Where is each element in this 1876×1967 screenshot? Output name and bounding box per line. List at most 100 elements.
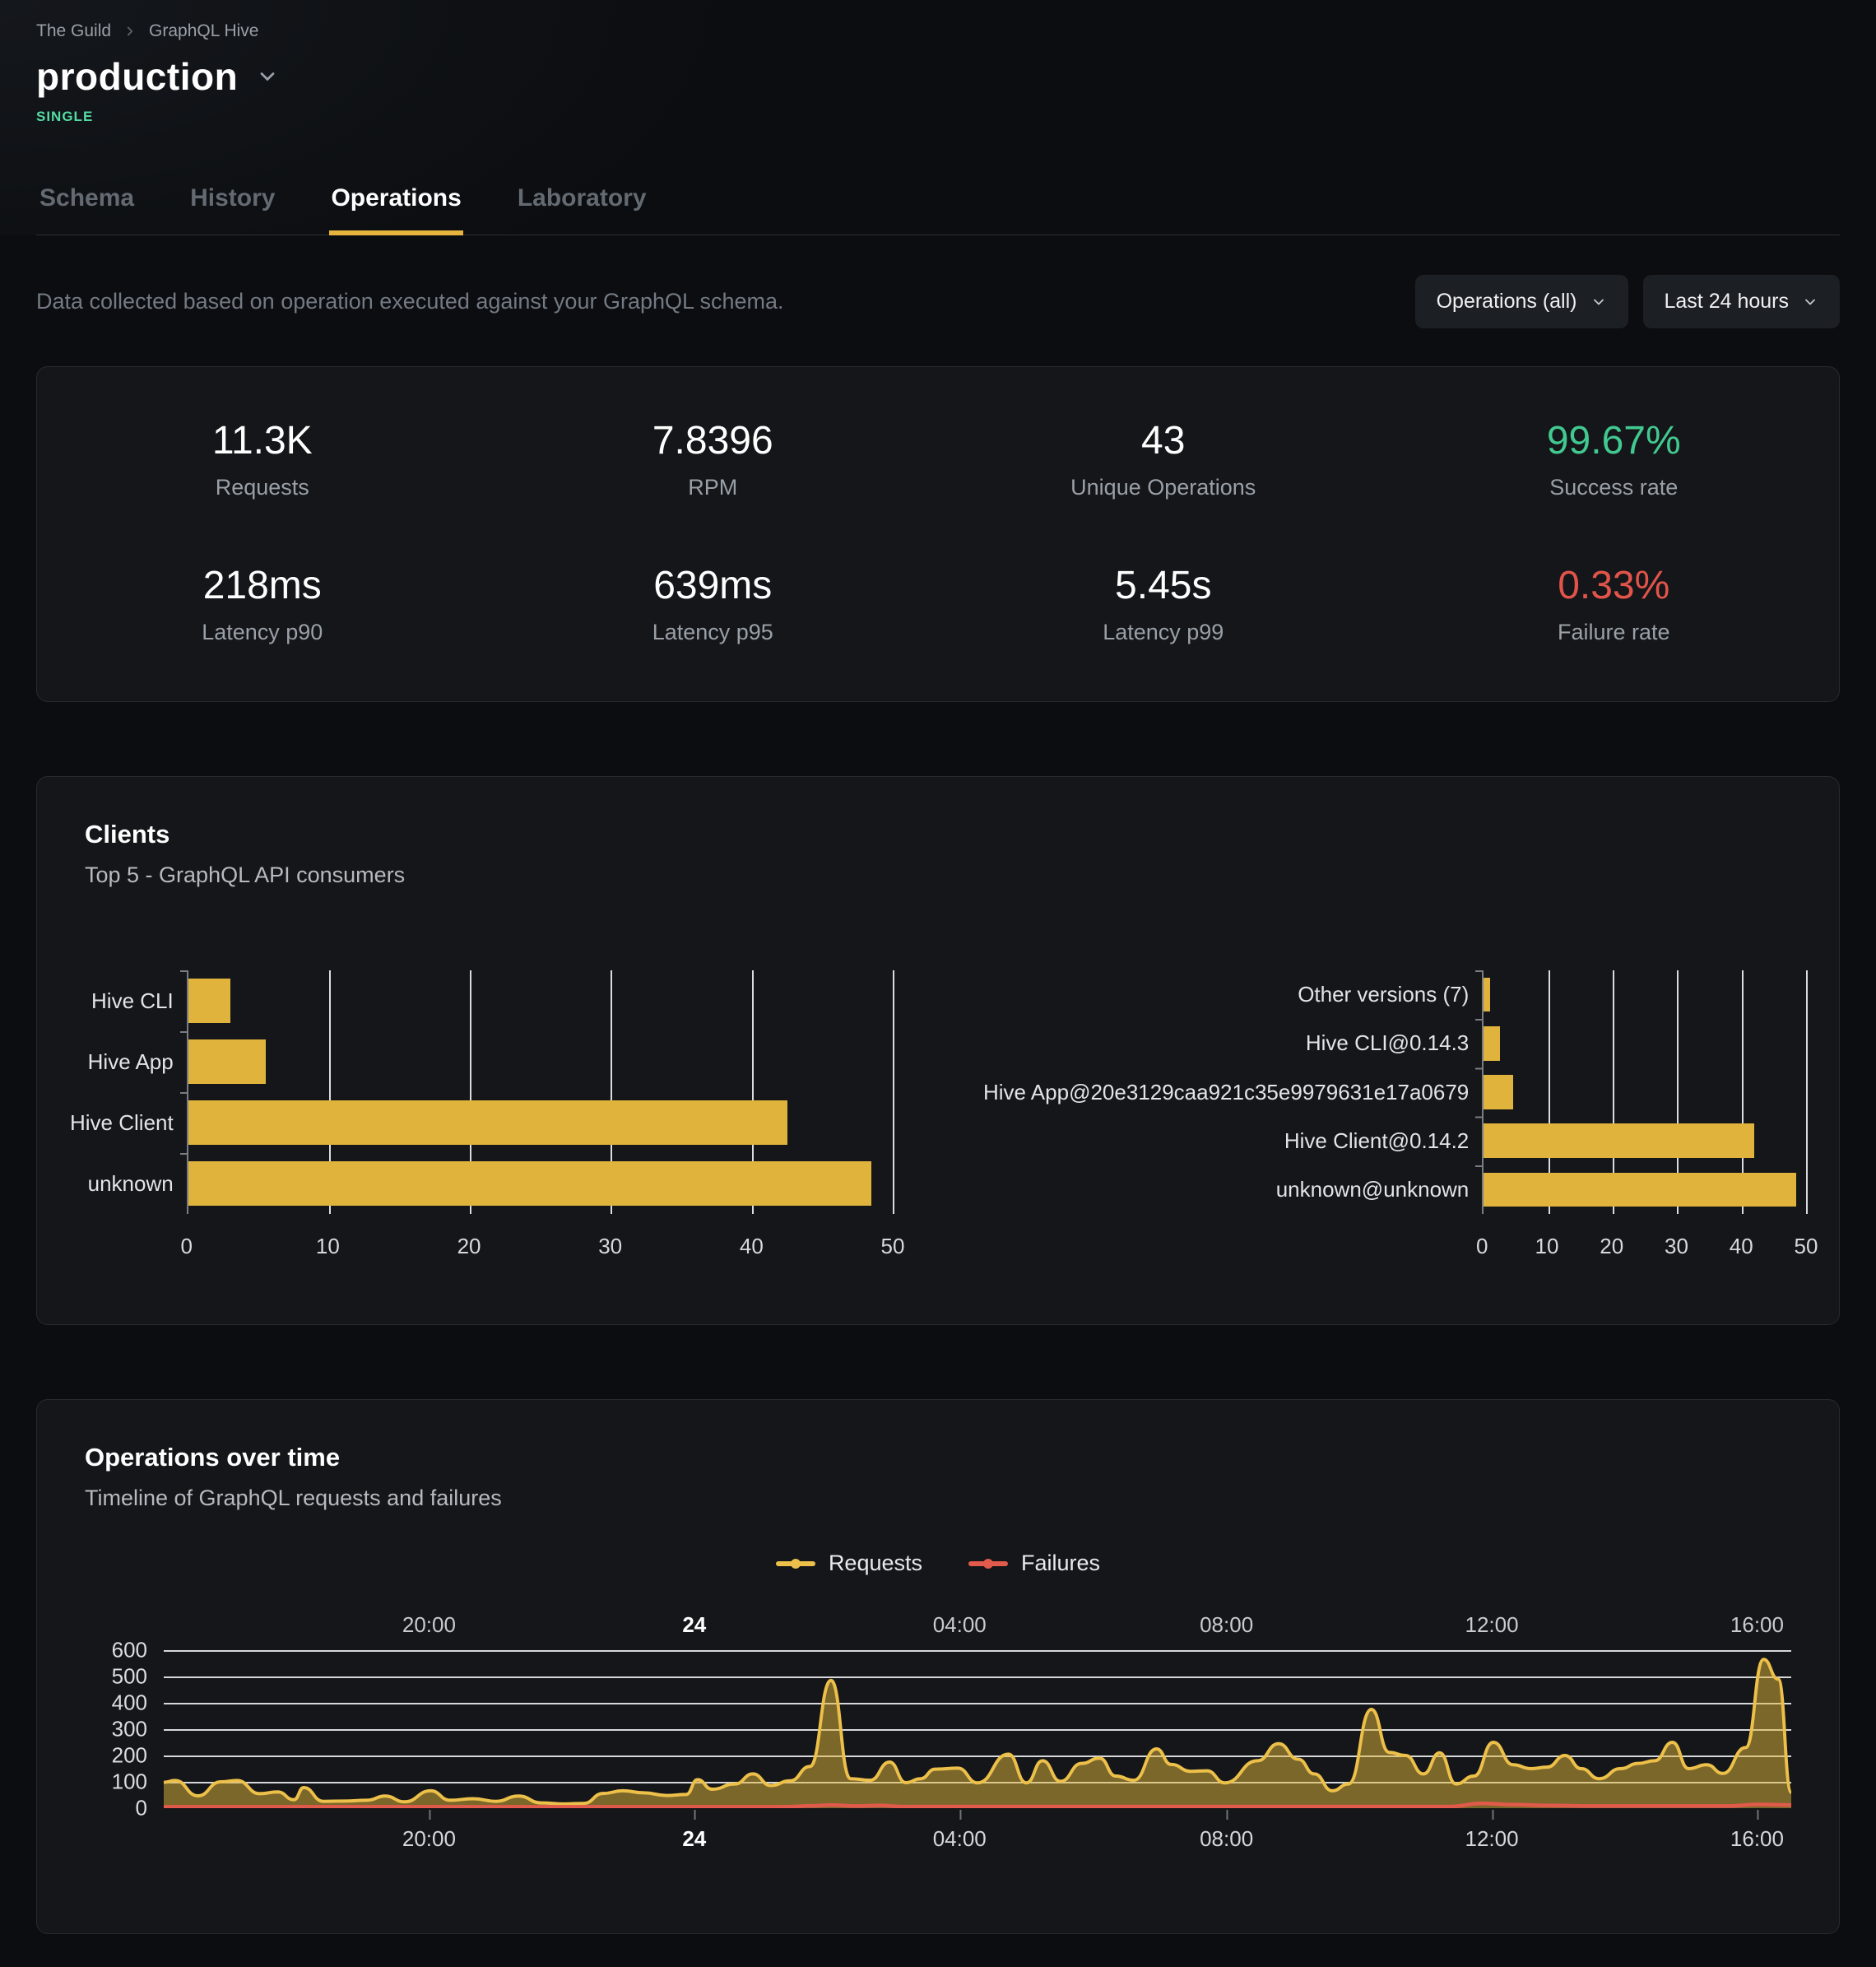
x-tick: 30 — [598, 1234, 622, 1259]
clients-title: Clients — [85, 820, 1791, 849]
x-tick: 16:00 — [1730, 1612, 1784, 1638]
target-mode-badge: SINGLE — [36, 109, 1840, 125]
bar-hive-app-version[interactable] — [1484, 1075, 1512, 1109]
x-tick: 40 — [740, 1234, 764, 1259]
clients-panel: Clients Top 5 - GraphQL API consumers Hi… — [36, 776, 1840, 1325]
y-tick: 200 — [112, 1743, 147, 1769]
x-tick: 40 — [1730, 1234, 1753, 1259]
gridline — [1806, 970, 1808, 1214]
x-tick: 0 — [1476, 1234, 1488, 1259]
stat-value: 639ms — [488, 563, 939, 608]
requests-legend-marker-icon — [776, 1561, 815, 1566]
period-filter-label: Last 24 hours — [1665, 290, 1790, 314]
stat-value: 11.3K — [37, 418, 488, 463]
operations-filter-label: Operations (all) — [1437, 290, 1577, 314]
bar-hive-cli-version[interactable] — [1484, 1026, 1500, 1060]
legend-item-requests[interactable]: Requests — [776, 1551, 922, 1576]
gridline — [893, 970, 894, 1214]
bar-unknown[interactable] — [188, 1161, 872, 1205]
x-tick: 50 — [1795, 1234, 1818, 1259]
x-tick: 04:00 — [933, 1612, 987, 1638]
client-versions-bar-xaxis: 0 10 20 30 40 50 — [1482, 1234, 1806, 1267]
y-tick: 0 — [136, 1796, 147, 1821]
clients-bar-plot — [187, 970, 893, 1214]
bar-category-label: Other versions (7) — [983, 970, 1469, 1019]
stat-label: RPM — [488, 475, 939, 500]
bar-hive-client-version[interactable] — [1484, 1123, 1754, 1157]
clients-bar-labels: Hive CLI Hive App Hive Client unknown — [70, 970, 187, 1214]
stat-rpm: 7.8396 RPM — [488, 418, 939, 500]
client-versions-bar-plot — [1482, 970, 1806, 1214]
tab-laboratory[interactable]: Laboratory — [516, 176, 648, 235]
operations-filter-dropdown[interactable]: Operations (all) — [1415, 275, 1628, 328]
timeline-top-axis: 20:00 24 04:00 08:00 12:00 16:00 — [164, 1612, 1791, 1650]
stat-success-rate: 99.67% Success rate — [1389, 418, 1840, 500]
bar-category-label: Hive Client@0.14.2 — [983, 1117, 1469, 1165]
requests-area — [164, 1659, 1791, 1808]
stat-value: 43 — [938, 418, 1389, 463]
bar-unknown-version[interactable] — [1484, 1173, 1796, 1207]
stat-latency-p95: 639ms Latency p95 — [488, 563, 939, 645]
stat-failure-rate: 0.33% Failure rate — [1389, 563, 1840, 645]
timeline-chart: 20:00 24 04:00 08:00 12:00 16:00 600 500… — [85, 1612, 1791, 1867]
bar-hive-app[interactable] — [188, 1039, 266, 1083]
bar-hive-cli[interactable] — [188, 979, 230, 1022]
target-switcher-chevron-down-icon[interactable] — [256, 65, 279, 88]
timeline-subtitle: Timeline of GraphQL requests and failure… — [85, 1486, 1791, 1511]
x-tick: 08:00 — [1200, 1612, 1253, 1638]
stat-value: 7.8396 — [488, 418, 939, 463]
timeline-series-svg — [164, 1650, 1791, 1808]
bar-other-versions[interactable] — [1484, 978, 1490, 1011]
stat-label: Latency p90 — [37, 620, 488, 645]
operations-description: Data collected based on operation execut… — [36, 289, 784, 314]
operations-over-time-panel: Operations over time Timeline of GraphQL… — [36, 1399, 1840, 1934]
period-filter-dropdown[interactable]: Last 24 hours — [1643, 275, 1841, 328]
main-content: Data collected based on operation execut… — [0, 275, 1876, 1967]
breadcrumb-project[interactable]: GraphQL Hive — [149, 21, 258, 41]
stat-label: Success rate — [1389, 475, 1840, 500]
x-tick: 10 — [316, 1234, 340, 1259]
bar-category-label: Hive App@20e3129caa921c35e9979631e17a067… — [983, 1067, 1469, 1116]
stat-label: Latency p95 — [488, 620, 939, 645]
tab-schema[interactable]: Schema — [38, 176, 136, 235]
timeline-legend: Requests Failures — [85, 1551, 1791, 1576]
breadcrumb: The Guild GraphQL Hive — [36, 21, 1840, 41]
x-tick: 20:00 — [402, 1826, 456, 1852]
client-versions-bar-chart: Other versions (7) Hive CLI@0.14.3 Hive … — [950, 970, 1839, 1267]
chevron-down-icon — [1590, 294, 1607, 310]
breadcrumb-org[interactable]: The Guild — [36, 21, 111, 41]
stats-panel: 11.3K Requests 7.8396 RPM 43 Unique Oper… — [36, 366, 1840, 702]
tab-operations[interactable]: Operations — [329, 176, 462, 235]
target-title: production — [36, 54, 238, 99]
x-tick: 10 — [1535, 1234, 1559, 1259]
y-tick: 600 — [112, 1638, 147, 1663]
x-tick: 24 — [682, 1826, 706, 1852]
stat-value: 218ms — [37, 563, 488, 608]
stat-latency-p90: 218ms Latency p90 — [37, 563, 488, 645]
x-tick: 04:00 — [933, 1826, 987, 1852]
tab-history[interactable]: History — [188, 176, 276, 235]
tab-bar: Schema History Operations Laboratory — [36, 176, 1840, 235]
stat-latency-p99: 5.45s Latency p99 — [938, 563, 1389, 645]
timeline-plot-area[interactable] — [164, 1650, 1791, 1808]
stat-label: Latency p99 — [938, 620, 1389, 645]
timeline-y-axis: 600 500 400 300 200 100 0 — [85, 1650, 164, 1808]
x-tick: 12:00 — [1465, 1612, 1519, 1638]
bar-category-label: unknown@unknown — [983, 1165, 1469, 1214]
clients-bar-chart: Hive CLI Hive App Hive Client unknown — [37, 970, 926, 1267]
page: The Guild GraphQL Hive production SINGLE… — [0, 0, 1876, 1967]
chevron-down-icon — [1802, 294, 1818, 310]
legend-item-failures[interactable]: Failures — [968, 1551, 1100, 1576]
stat-label: Failure rate — [1389, 620, 1840, 645]
bar-category-label: unknown — [70, 1153, 174, 1214]
x-tick: 20 — [457, 1234, 481, 1259]
y-tick: 300 — [112, 1717, 147, 1742]
clients-bar-xaxis: 0 10 20 30 40 50 — [187, 1234, 893, 1267]
bar-hive-client[interactable] — [188, 1100, 787, 1144]
header: The Guild GraphQL Hive production SINGLE… — [0, 0, 1876, 235]
timeline-title: Operations over time — [85, 1443, 1791, 1472]
x-tick: 0 — [180, 1234, 192, 1259]
legend-label: Failures — [1021, 1551, 1100, 1576]
stat-value: 99.67% — [1389, 418, 1840, 463]
x-tick: 20 — [1600, 1234, 1623, 1259]
